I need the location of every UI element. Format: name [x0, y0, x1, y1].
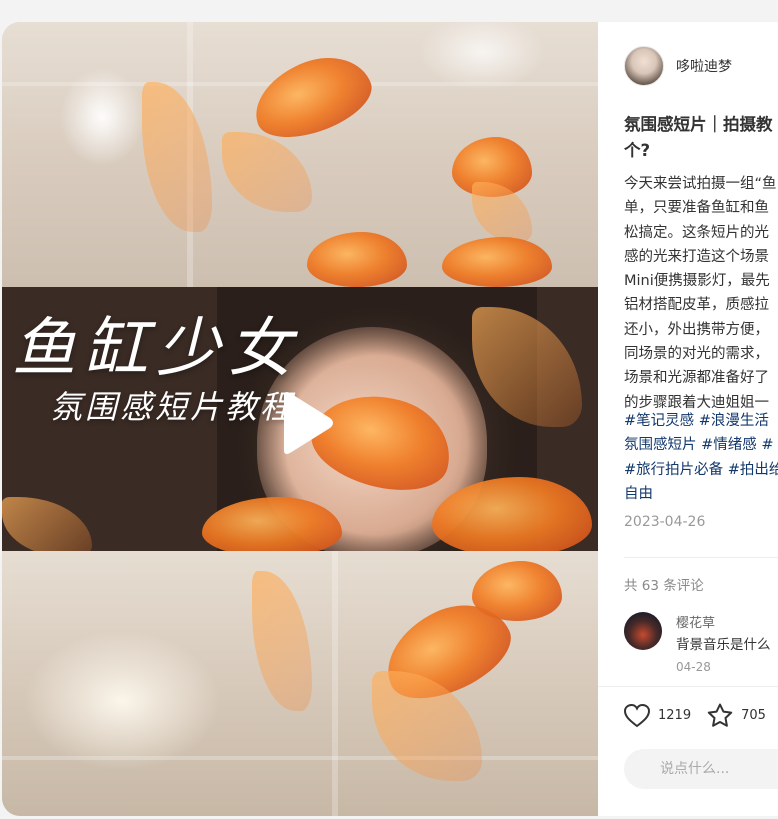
goldfish-fin — [372, 671, 482, 781]
goldfish — [243, 43, 381, 151]
note-detail-card: 鱼缸少女 氛围感短片教程 哆啦迪梦 氛围感短片｜拍摄教 个? 今天来尝试拍摄一组… — [2, 22, 778, 816]
avatar[interactable] — [624, 612, 662, 650]
divider — [624, 557, 778, 558]
video-frame-top — [2, 22, 598, 287]
goldfish-fin — [472, 182, 532, 242]
note-side-panel: 哆啦迪梦 氛围感短片｜拍摄教 个? 今天来尝试拍摄一组“鱼 单，只要准备鱼缸和鱼… — [598, 22, 778, 816]
comment-input[interactable] — [624, 749, 778, 789]
star-icon — [707, 703, 733, 727]
tag-line[interactable]: 氛围感短片 #情绪感 # — [624, 437, 774, 453]
glass-edge — [2, 756, 598, 760]
goldfish — [472, 561, 562, 621]
video-subtitle-art: 氛围感短片教程 — [50, 388, 296, 426]
comment-count: 共 63 条评论 — [624, 578, 704, 594]
interaction-bar: 1219 705 — [598, 686, 778, 816]
collect-button[interactable]: 705 — [707, 703, 766, 728]
goldfish-fin — [142, 82, 212, 232]
goldfish-fin — [252, 571, 312, 711]
tag-line[interactable]: #笔记灵感 #浪漫生活 — [624, 413, 769, 429]
action-row: 1219 705 — [624, 703, 778, 728]
glass-edge — [332, 551, 338, 816]
comment-user[interactable]: 樱花草 — [676, 612, 715, 631]
collect-count: 705 — [741, 708, 766, 723]
comment-text: 背景音乐是什么 — [676, 637, 771, 653]
goldfish — [442, 237, 552, 287]
tag-line[interactable]: 自由 — [624, 486, 653, 502]
goldfish-fin — [2, 497, 92, 551]
author-name[interactable]: 哆啦迪梦 — [676, 56, 732, 76]
video-frame-bottom — [2, 551, 598, 816]
note-date: 2023-04-26 — [624, 514, 706, 530]
play-icon — [284, 392, 333, 454]
comment-date: 04-28 — [676, 660, 711, 674]
author-info[interactable]: 哆啦迪梦 — [624, 46, 732, 86]
video-title-art: 鱼缸少女 — [12, 312, 300, 386]
play-button[interactable] — [276, 390, 336, 456]
avatar[interactable] — [624, 46, 664, 86]
goldfish-fin — [222, 132, 312, 212]
heart-icon — [624, 703, 650, 727]
video-player[interactable]: 鱼缸少女 氛围感短片教程 — [2, 22, 598, 816]
note-tags: #笔记灵感 #浪漫生活 氛围感短片 #情绪感 # #旅行拍片必备 #拍出给 自由 — [624, 409, 778, 506]
like-count: 1219 — [658, 708, 692, 723]
like-button[interactable]: 1219 — [624, 703, 692, 728]
note-description: 今天来尝试拍摄一组“鱼 单，只要准备鱼缸和鱼 松搞定。这条短片的光 感的光来打造… — [624, 176, 777, 411]
note-title: 氛围感短片｜拍摄教 个? — [624, 115, 773, 160]
tag-line[interactable]: #旅行拍片必备 #拍出给 — [624, 462, 778, 478]
goldfish — [307, 232, 407, 287]
